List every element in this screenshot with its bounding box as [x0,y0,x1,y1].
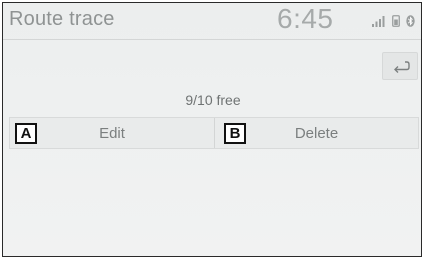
status-icons [372,15,420,29]
back-arrow-icon [394,61,410,73]
edit-button[interactable]: A Edit [10,118,215,148]
delete-button[interactable]: B Delete [215,118,418,148]
phone-battery-icon [392,15,400,27]
clock: 6:45 [277,3,334,34]
signal-bars-icon [372,16,385,27]
edit-button-label: Edit [99,125,125,142]
header-bar: Route trace 6:45 [3,3,421,40]
delete-button-label: Delete [294,125,339,142]
back-button[interactable] [382,52,418,80]
bluetooth-icon [406,15,415,27]
free-memory-label: 9/10 free [185,92,241,108]
screen-frame: Route trace 6:45 9/10 free A Edit B Dele… [2,2,422,257]
screen-title: Route trace [9,8,115,30]
action-buttons: A Edit B Delete [9,117,419,149]
